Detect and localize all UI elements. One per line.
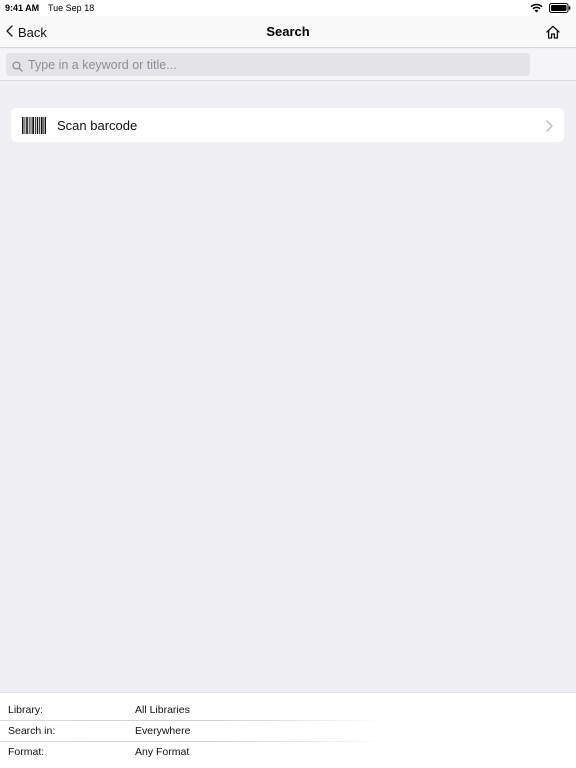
scan-barcode-row[interactable]: Scan barcode	[11, 108, 564, 142]
filter-label: Library:	[8, 704, 44, 716]
search-filters: Library: All Libraries Search in: Everyw…	[0, 692, 576, 768]
status-bar: 9:41 AM Tue Sep 18	[0, 0, 576, 16]
chevron-right-icon	[546, 119, 553, 132]
scan-barcode-label: Scan barcode	[57, 117, 138, 133]
battery-icon	[549, 3, 571, 13]
home-button[interactable]	[545, 24, 561, 40]
navigation-bar: Back Search	[0, 16, 576, 48]
status-date: Tue Sep 18	[48, 3, 95, 13]
filter-library[interactable]: Library: All Libraries	[0, 700, 576, 721]
filter-search-in[interactable]: Search in: Everywhere	[0, 721, 576, 742]
search-icon	[12, 59, 23, 72]
status-time: 9:41 AM	[5, 3, 40, 13]
search-bar	[0, 49, 576, 81]
filter-value: All Libraries	[135, 704, 190, 716]
filter-value: Any Format	[135, 746, 190, 758]
search-screen: 9:41 AM Tue Sep 18 Back Search Type in a…	[0, 0, 576, 768]
wifi-icon	[530, 3, 543, 13]
search-input[interactable]	[28, 57, 508, 72]
filter-value: Everywhere	[135, 725, 191, 737]
home-icon	[545, 25, 561, 44]
status-icons	[530, 2, 571, 14]
filter-format[interactable]: Format: Any Format	[0, 742, 576, 763]
filter-label: Format:	[8, 746, 45, 758]
search-field[interactable]	[6, 53, 530, 76]
barcode-icon	[22, 116, 46, 134]
page-title: Search	[266, 24, 310, 39]
filter-label: Search in:	[8, 725, 56, 737]
